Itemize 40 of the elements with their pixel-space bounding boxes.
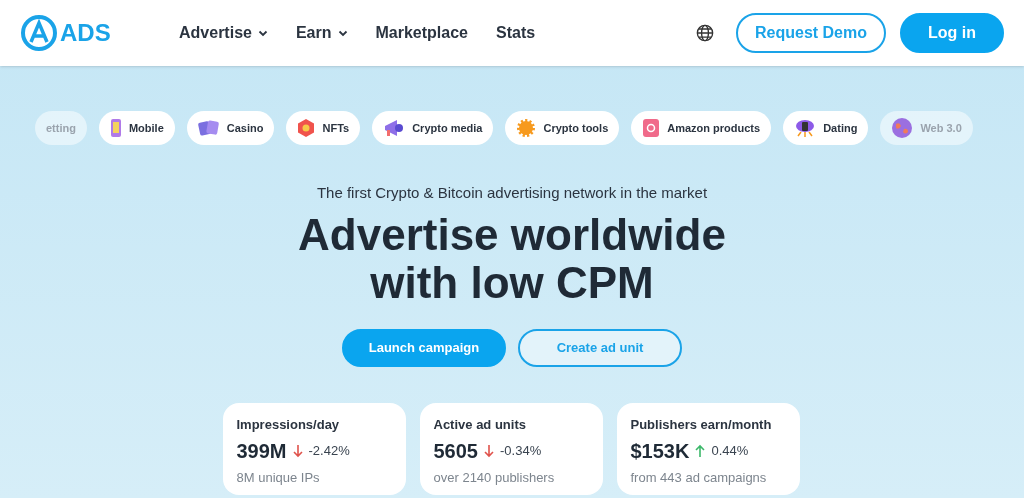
stat-label: Active ad units <box>433 415 527 434</box>
category-chip[interactable]: Crypto media <box>372 111 494 145</box>
hero-title-line: with low CPM <box>370 258 654 307</box>
category-chip[interactable]: Dating <box>783 111 869 145</box>
logo-icon <box>20 14 58 52</box>
stat-label: Impressions/day <box>236 415 341 434</box>
arrow-down-icon <box>292 444 303 458</box>
gear-icon <box>516 118 537 138</box>
megaphone-icon <box>383 118 406 138</box>
nav-link[interactable]: Marketplace <box>375 21 468 45</box>
nav-link[interactable]: Advertise <box>179 21 268 45</box>
category-chip[interactable]: Mobile <box>98 111 175 145</box>
stat-note: 8M unique IPs <box>236 469 321 487</box>
logo-text: ADS <box>60 18 111 48</box>
stat-note: from 443 ad campaigns <box>630 469 768 487</box>
cloud-icon <box>794 117 817 139</box>
phone-icon <box>109 118 122 138</box>
stat-change: 0.44% <box>711 442 749 461</box>
nav-link[interactable]: Earn <box>295 21 348 45</box>
stat-note: over 2140 publishers <box>433 469 556 487</box>
category-chip[interactable]: NFTs <box>286 111 361 145</box>
stat-change: -0.34% <box>500 442 542 461</box>
arrow-down-icon <box>484 444 494 458</box>
arrow-up-icon <box>695 444 706 458</box>
stat-label: Publishers earn/month <box>630 415 773 434</box>
hero-subtitle: The first Crypto & Bitcoin advertising network in the market <box>315 183 709 203</box>
box-icon <box>642 118 661 138</box>
stat-value: 399M <box>236 439 287 464</box>
globe-icon[interactable] <box>696 24 714 42</box>
nav-link[interactable]: Stats <box>496 21 536 45</box>
category-chip[interactable]: Casino <box>186 111 275 145</box>
category-chip[interactable]: Crypto tools <box>505 111 620 145</box>
hero-title-line: Advertise worldwide <box>298 210 726 259</box>
planet-icon <box>891 117 914 139</box>
stat-value: $153K <box>630 439 690 464</box>
category-chip[interactable]: Amazon products <box>631 111 772 145</box>
hexagon-icon <box>297 118 316 138</box>
stat-change: -2.42% <box>308 442 350 461</box>
cards-icon <box>197 119 220 137</box>
stat-value: 5605 <box>433 439 478 464</box>
